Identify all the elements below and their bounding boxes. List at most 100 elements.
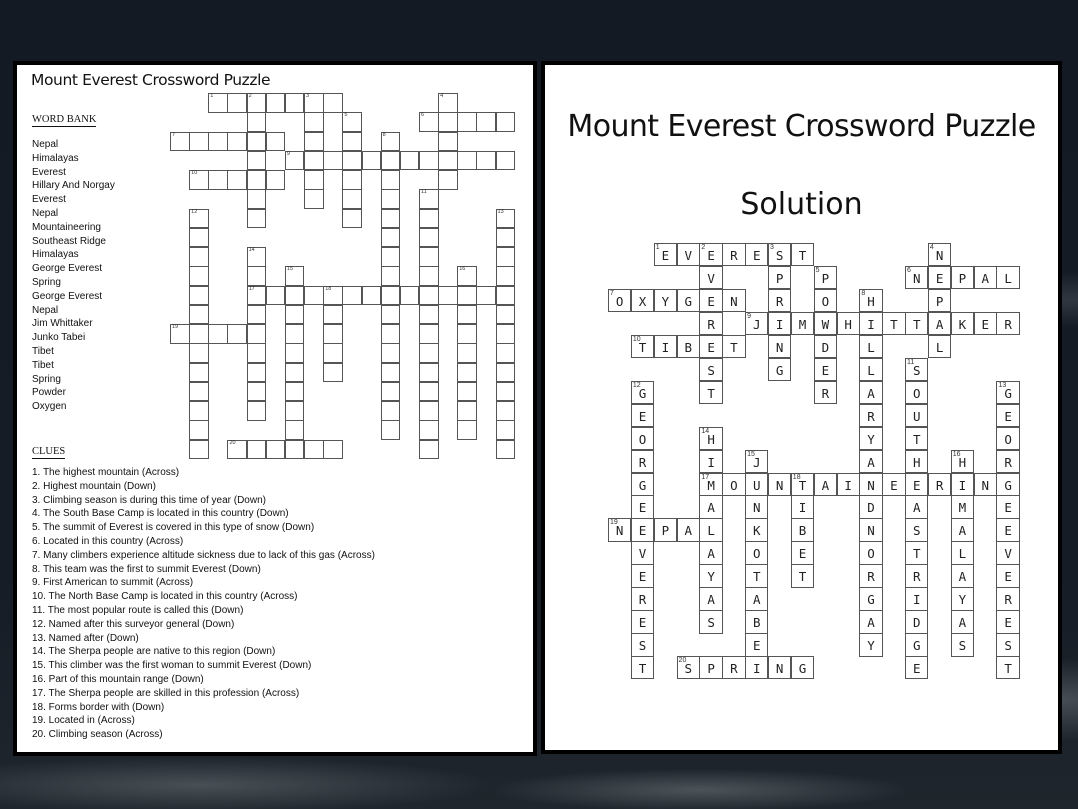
crossword-cell[interactable]: 7: [170, 131, 190, 152]
crossword-cell[interactable]: [284, 362, 305, 383]
crossword-cell[interactable]: [476, 285, 496, 306]
crossword-cell[interactable]: [189, 401, 209, 421]
crossword-cell[interactable]: [457, 150, 477, 171]
crossword-cell[interactable]: [189, 227, 209, 248]
crossword-cell[interactable]: [246, 208, 267, 229]
crossword-cell[interactable]: [246, 362, 267, 383]
crossword-cell[interactable]: 1: [208, 93, 228, 113]
crossword-cell[interactable]: [304, 170, 324, 190]
crossword-cell[interactable]: 3: [304, 93, 324, 113]
crossword-cell[interactable]: [380, 343, 401, 363]
crossword-cell[interactable]: 6: [418, 112, 439, 132]
crossword-cell[interactable]: [418, 208, 439, 229]
crossword-cell[interactable]: [495, 401, 516, 421]
crossword-cell[interactable]: [380, 247, 401, 267]
crossword-cell[interactable]: [323, 362, 343, 383]
crossword-cell[interactable]: [265, 93, 286, 113]
crossword-cell[interactable]: [361, 150, 382, 171]
crossword-cell[interactable]: [189, 131, 209, 152]
crossword-cell[interactable]: [189, 304, 209, 325]
crossword-cell[interactable]: [208, 170, 228, 190]
crossword-cell[interactable]: [246, 343, 267, 363]
crossword-cell[interactable]: 11: [418, 189, 439, 209]
crossword-cell[interactable]: [284, 343, 305, 363]
crossword-cell[interactable]: [495, 324, 516, 344]
crossword-cell[interactable]: [495, 227, 516, 248]
crossword-cell[interactable]: [323, 343, 343, 363]
crossword-cell[interactable]: 15: [284, 266, 305, 286]
crossword-cell[interactable]: [418, 304, 439, 325]
crossword-cell[interactable]: [189, 324, 209, 344]
crossword-cell[interactable]: [227, 170, 248, 190]
crossword-cell[interactable]: 5: [342, 112, 362, 132]
crossword-cell[interactable]: [323, 304, 343, 325]
crossword-cell[interactable]: [418, 401, 439, 421]
crossword-cell[interactable]: [495, 381, 516, 402]
crossword-cell[interactable]: 4: [438, 93, 458, 113]
crossword-cell[interactable]: [342, 208, 362, 229]
crossword-cell[interactable]: [418, 150, 439, 171]
crossword-cell[interactable]: [323, 150, 343, 171]
crossword-cell[interactable]: [246, 304, 267, 325]
crossword-cell[interactable]: [438, 150, 458, 171]
crossword-cell[interactable]: [189, 362, 209, 383]
crossword-cell[interactable]: [495, 304, 516, 325]
crossword-cell[interactable]: [246, 112, 267, 132]
crossword-cell[interactable]: [189, 420, 209, 440]
crossword-cell[interactable]: 17: [246, 285, 267, 306]
crossword-cell[interactable]: [227, 131, 248, 152]
crossword-cell[interactable]: [189, 343, 209, 363]
crossword-cell[interactable]: [246, 131, 267, 152]
crossword-cell[interactable]: [380, 304, 401, 325]
crossword-cell[interactable]: 16: [457, 266, 477, 286]
crossword-cell[interactable]: [189, 285, 209, 306]
crossword-cell[interactable]: [380, 170, 401, 190]
crossword-cell[interactable]: [246, 381, 267, 402]
crossword-cell[interactable]: [284, 381, 305, 402]
crossword-cell[interactable]: [476, 112, 496, 132]
crossword-cell[interactable]: [265, 285, 286, 306]
crossword-cell[interactable]: [304, 439, 324, 460]
crossword-cell[interactable]: [418, 266, 439, 286]
crossword-cell[interactable]: 14: [246, 247, 267, 267]
crossword-cell[interactable]: [438, 285, 458, 306]
crossword-cell[interactable]: [438, 112, 458, 132]
crossword-cell[interactable]: [227, 324, 248, 344]
crossword-cell[interactable]: [457, 420, 477, 440]
crossword-cell[interactable]: [399, 285, 420, 306]
crossword-cell[interactable]: [265, 439, 286, 460]
crossword-cell[interactable]: [457, 362, 477, 383]
crossword-cell[interactable]: [189, 247, 209, 267]
crossword-cell[interactable]: [284, 324, 305, 344]
crossword-cell[interactable]: [418, 343, 439, 363]
crossword-cell[interactable]: [304, 150, 324, 171]
crossword-cell[interactable]: [342, 285, 362, 306]
crossword-cell[interactable]: 20: [227, 439, 248, 460]
crossword-cell[interactable]: [380, 266, 401, 286]
crossword-cell[interactable]: [304, 189, 324, 209]
crossword-cell[interactable]: [246, 401, 267, 421]
crossword-cell[interactable]: [342, 189, 362, 209]
crossword-cell[interactable]: [361, 285, 382, 306]
crossword-cell[interactable]: [380, 285, 401, 306]
crossword-cell[interactable]: [284, 304, 305, 325]
crossword-cell[interactable]: [380, 227, 401, 248]
crossword-cell[interactable]: 19: [170, 324, 190, 344]
crossword-cell[interactable]: [438, 131, 458, 152]
crossword-cell[interactable]: [208, 324, 228, 344]
crossword-cell[interactable]: [189, 266, 209, 286]
crossword-cell[interactable]: [323, 439, 343, 460]
crossword-cell[interactable]: [495, 285, 516, 306]
crossword-cell[interactable]: [495, 247, 516, 267]
crossword-cell[interactable]: [304, 285, 324, 306]
crossword-cell[interactable]: [457, 112, 477, 132]
crossword-cell[interactable]: [323, 324, 343, 344]
crossword-cell[interactable]: [323, 93, 343, 113]
crossword-cell[interactable]: 2: [246, 93, 267, 113]
crossword-cell[interactable]: [418, 439, 439, 460]
crossword-cell[interactable]: [380, 362, 401, 383]
crossword-cell[interactable]: [495, 150, 516, 171]
crossword-cell[interactable]: [457, 401, 477, 421]
crossword-cell[interactable]: [418, 247, 439, 267]
crossword-cell[interactable]: [284, 401, 305, 421]
